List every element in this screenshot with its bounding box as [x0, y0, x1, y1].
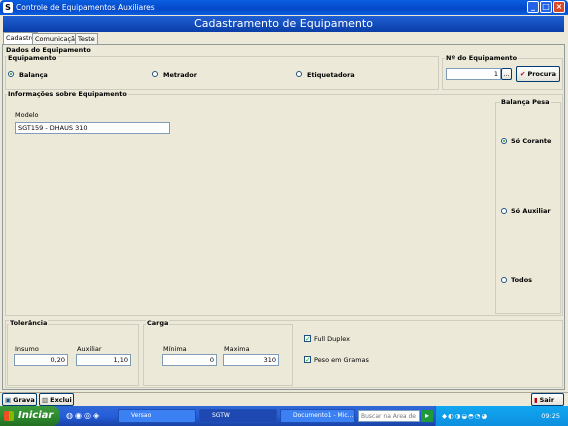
radio-etiquetadora-label: Etiquetadora: [307, 71, 355, 79]
insumo-label: Insumo: [15, 345, 39, 353]
insumo-input[interactable]: [14, 354, 68, 366]
peso-gramas-label: Peso em Gramas: [314, 356, 369, 364]
modelo-input[interactable]: [15, 122, 170, 134]
maxima-input[interactable]: [223, 354, 279, 366]
exclui-label: Exclui: [50, 396, 72, 404]
peso-gramas-checkbox[interactable]: ✓: [304, 356, 311, 364]
start-button[interactable]: Iniciar: [0, 406, 60, 426]
bottom-toolbar: [0, 392, 568, 406]
search-input[interactable]: [358, 410, 420, 422]
system-tray: ◆◐◑◒◓◔◕ 09:25: [435, 406, 568, 426]
save-icon: ▣: [5, 396, 12, 404]
exclui-button[interactable]: ▥ Exclui: [39, 393, 74, 406]
minima-input[interactable]: [162, 354, 217, 366]
dados-section-label: Dados do Equipamento: [6, 46, 91, 54]
tab-teste[interactable]: Teste: [75, 33, 98, 44]
info-section-label: Informações sobre Equipamento: [7, 90, 128, 98]
radio-so-corante[interactable]: [501, 138, 507, 144]
radio-metrador[interactable]: [152, 71, 158, 77]
task-versao[interactable]: Versao: [118, 409, 196, 423]
radio-metrador-label: Metrador: [163, 71, 197, 79]
windows-logo-icon: [4, 411, 14, 421]
full-duplex-checkbox[interactable]: ✓: [304, 335, 311, 343]
close-icon[interactable]: ×: [553, 1, 565, 13]
quick-launch-icons[interactable]: ◍◉◎◈: [66, 411, 101, 420]
radio-so-auxiliar[interactable]: [501, 208, 507, 214]
grava-button[interactable]: ▣ Grava: [2, 393, 37, 406]
radio-todos[interactable]: [501, 277, 507, 283]
search-go-icon[interactable]: ▸: [421, 410, 433, 422]
auxiliar-input[interactable]: [76, 354, 131, 366]
sair-label: Sair: [539, 396, 555, 404]
sair-button[interactable]: ▮ Sair: [531, 393, 564, 406]
page-title: Cadastramento de Equipamento: [3, 16, 564, 32]
radio-balanca-label: Balança: [19, 71, 48, 79]
app-icon[interactable]: S: [3, 2, 13, 13]
tolerancia-label: Tolerância: [9, 319, 49, 327]
auxiliar-label: Auxiliar: [77, 345, 102, 353]
equipamento-group: [5, 56, 439, 90]
start-label: Iniciar: [18, 410, 54, 421]
maximize-icon[interactable]: □: [540, 1, 552, 13]
browse-button[interactable]: ...: [501, 68, 512, 80]
trash-icon: ▥: [42, 396, 49, 404]
minima-label: Mínima: [163, 345, 187, 353]
clock: 09:25: [541, 412, 560, 420]
procura-button[interactable]: ✔ Procura: [516, 66, 560, 82]
radio-etiquetadora[interactable]: [296, 71, 302, 77]
minimize-icon[interactable]: _: [527, 1, 539, 13]
numero-input[interactable]: [446, 68, 501, 80]
radio-balanca[interactable]: [8, 71, 14, 77]
carga-label: Carga: [146, 319, 170, 327]
modelo-label: Modelo: [15, 111, 39, 119]
radio-so-corante-label: Só Corante: [511, 137, 552, 145]
maxima-label: Maxima: [224, 345, 250, 353]
radio-todos-label: Todos: [511, 276, 533, 284]
window-title: Controle de Equipamentos Auxiliares: [16, 3, 155, 12]
grava-label: Grava: [13, 396, 35, 404]
numero-label: Nº do Equipamento: [445, 54, 519, 62]
equipamento-group-label: Equipamento: [7, 54, 58, 62]
title-bar: S Controle de Equipamentos Auxiliares _ …: [0, 0, 568, 15]
task-sgtw[interactable]: SGTW: [199, 409, 277, 423]
exit-door-icon: ▮: [534, 396, 538, 404]
radio-so-auxiliar-label: Só Auxiliar: [511, 207, 551, 215]
procura-label: Procura: [527, 70, 556, 78]
full-duplex-label: Full Duplex: [314, 335, 350, 343]
tray-icons[interactable]: ◆◐◑◒◓◔◕: [442, 412, 488, 420]
check-icon: ✔: [520, 70, 526, 78]
balanca-pesa-label: Balança Pesa: [500, 98, 551, 106]
task-documento[interactable]: Documento1 - Mic...: [280, 409, 355, 423]
